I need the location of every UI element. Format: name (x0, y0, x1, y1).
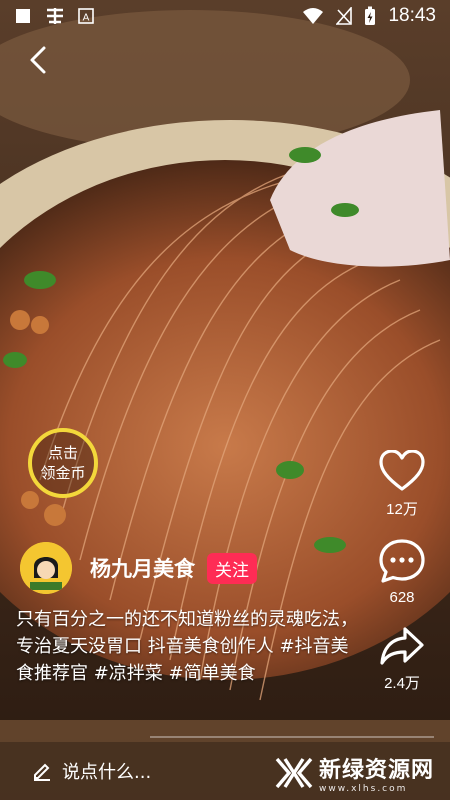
avatar[interactable] (20, 542, 72, 594)
svg-text:A: A (83, 13, 90, 24)
watermark-subtitle: www.xlhs.com (318, 784, 408, 794)
site-watermark: 新绿资源网 www.xlhs.com (275, 752, 434, 794)
back-arrow-icon[interactable] (24, 44, 56, 76)
avatar-illustration (20, 542, 72, 594)
coin-reward-button[interactable]: 点击 领金币 (28, 428, 98, 498)
comment-input[interactable]: 说点什么... (32, 758, 151, 784)
comment-placeholder: 说点什么... (62, 762, 152, 783)
watermark-logo (275, 757, 313, 789)
status-right-icons: 18:43 (302, 5, 436, 27)
status-bar: A 18:43 (0, 0, 450, 32)
pencil-icon (34, 763, 50, 781)
battery-icon (365, 6, 376, 25)
comment-count: 628 (389, 589, 415, 606)
like-button[interactable]: 12万 (379, 450, 425, 519)
notification-icon (16, 9, 30, 23)
coin-line-1: 点击 (47, 444, 78, 462)
follow-button[interactable]: 关注 (207, 552, 257, 584)
a-icon: A (78, 8, 94, 24)
signal-icon (336, 7, 353, 25)
heart-icon (379, 450, 425, 491)
watermark-title: 新绿资源网 (318, 758, 434, 783)
status-left-icons: A (14, 6, 94, 26)
author-row: 杨九月美食 关注 (20, 542, 257, 594)
share-icon (380, 627, 424, 665)
comment-icon (379, 539, 425, 583)
coin-line-2: 领金币 (40, 464, 86, 482)
share-button[interactable]: 2.4万 (379, 626, 425, 693)
app-icon (47, 8, 63, 24)
author-name[interactable]: 杨九月美食 (90, 553, 195, 583)
status-time: 18:43 (388, 5, 436, 26)
like-count: 12万 (386, 501, 418, 518)
wifi-icon (303, 8, 324, 24)
video-caption: 只有百分之一的还不知道粉丝的灵魂吃法，专治夏天没胃口 抖音美食创作人 #抖音美食… (16, 609, 358, 684)
comment-button[interactable]: 628 (379, 539, 425, 606)
action-column: 12万 628 2.4万 (372, 450, 432, 713)
share-count: 2.4万 (384, 675, 420, 692)
video-progress-bar[interactable] (150, 736, 434, 738)
